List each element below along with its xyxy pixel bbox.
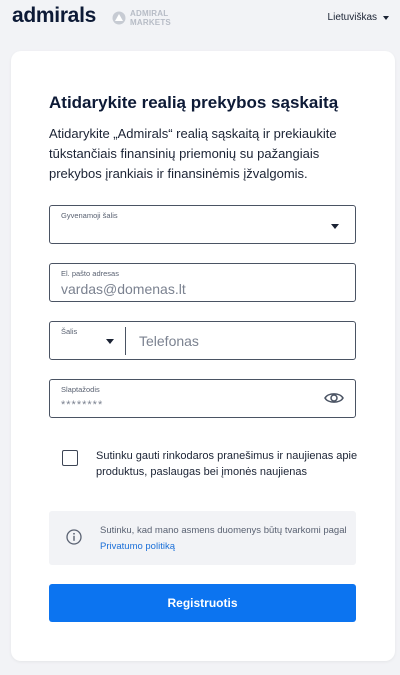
email-label: El. pašto adresas: [61, 269, 119, 278]
password-field[interactable]: Slaptažodis ********: [49, 379, 356, 418]
language-selector[interactable]: Lietuviškas: [328, 12, 389, 23]
email-placeholder: vardas@domenas.lt: [61, 281, 186, 297]
chevron-down-icon: [331, 224, 339, 229]
admiral-markets-logo-mark: [112, 11, 126, 25]
form-title: Atidarykite realią prekybos sąskaitą: [49, 93, 339, 112]
privacy-notice-text: Sutinku, kad mano asmens duomenys būtų t…: [100, 525, 347, 552]
phone-divider: [125, 327, 126, 355]
admiral-markets-logo-text: ADMIRAL MARKETS: [130, 9, 171, 27]
registration-card: Atidarykite realią prekybos sąskaitą Ati…: [11, 51, 395, 661]
eye-icon[interactable]: [324, 390, 344, 406]
admiral-markets-logo: ADMIRAL MARKETS: [112, 7, 171, 29]
privacy-policy-link[interactable]: Privatumo politiką: [100, 541, 175, 552]
country-label: Gyvenamoji šalis: [61, 211, 118, 220]
password-placeholder: ********: [61, 399, 104, 411]
language-label: Lietuviškas: [327, 12, 377, 23]
chevron-down-icon: [383, 15, 389, 20]
country-select[interactable]: Gyvenamoji šalis: [49, 205, 356, 244]
top-bar: admirals ADMIRAL MARKETS Lietuviškas: [0, 0, 400, 40]
email-field[interactable]: El. pašto adresas vardas@domenas.lt: [49, 263, 356, 302]
admirals-logo[interactable]: admirals: [12, 4, 96, 28]
register-button[interactable]: Registruotis: [49, 584, 356, 622]
info-icon: [66, 529, 82, 545]
privacy-notice: Sutinku, kad mano asmens duomenys būtų t…: [49, 511, 356, 565]
newsletter-checkbox[interactable]: [62, 450, 78, 466]
newsletter-checkbox-label: Sutinku gauti rinkodaros pranešimus ir n…: [96, 450, 358, 478]
phone-field[interactable]: Šalis Telefonas: [49, 321, 356, 360]
password-label: Slaptažodis: [61, 385, 100, 394]
form-intro: Atidarykite „Admirals“ realią sąskaitą i…: [49, 126, 337, 181]
phone-input[interactable]: Telefonas: [139, 333, 199, 349]
phone-country-label: Šalis: [61, 327, 78, 336]
phone-country-chevron-down-icon[interactable]: [106, 339, 114, 344]
